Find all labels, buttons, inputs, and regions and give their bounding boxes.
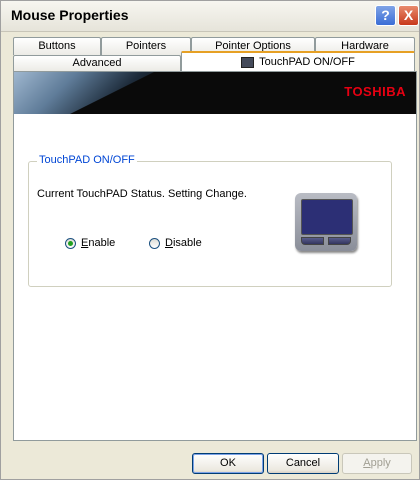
tab-touchpad-label: TouchPAD ON/OFF	[259, 56, 355, 68]
disable-radio-button[interactable]	[149, 237, 160, 249]
mouse-properties-dialog: Mouse Properties ? X Buttons Pointers Po…	[0, 0, 420, 480]
touchpad-surface	[301, 199, 353, 235]
groupbox-title: TouchPAD ON/OFF	[37, 154, 137, 166]
touchpad-right-button	[328, 237, 351, 245]
tab-advanced[interactable]: Advanced	[13, 55, 181, 71]
disable-radio[interactable]: Disable	[149, 237, 202, 249]
title-bar: Mouse Properties ? X	[1, 1, 419, 32]
tab-row-bottom: Advanced TouchPAD ON/OFF	[13, 51, 415, 73]
cancel-button[interactable]: Cancel	[267, 453, 339, 474]
enable-radio[interactable]: Enable	[65, 237, 115, 249]
tab-touchpad-onoff[interactable]: TouchPAD ON/OFF	[181, 51, 415, 71]
help-button[interactable]: ?	[375, 5, 396, 26]
status-text: Current TouchPAD Status. Setting Change.	[37, 188, 247, 200]
toshiba-banner: TOSHIBA	[14, 72, 416, 114]
touchpad-icon	[295, 193, 357, 251]
touchpad-left-button	[301, 237, 324, 245]
enable-radio-button[interactable]	[65, 237, 76, 249]
laptop-graphic	[14, 72, 154, 114]
toshiba-logo: TOSHIBA	[344, 84, 406, 99]
disable-label: Disable	[165, 237, 202, 249]
ok-button[interactable]: OK	[192, 453, 264, 474]
enable-label: Enable	[81, 237, 116, 249]
apply-button[interactable]: Apply	[342, 453, 412, 474]
touchpad-tab-icon	[241, 56, 255, 68]
tab-buttons[interactable]: Buttons	[13, 37, 101, 55]
close-button[interactable]: X	[398, 5, 419, 26]
tab-pointers[interactable]: Pointers	[101, 37, 191, 55]
window-title: Mouse Properties	[11, 7, 129, 23]
